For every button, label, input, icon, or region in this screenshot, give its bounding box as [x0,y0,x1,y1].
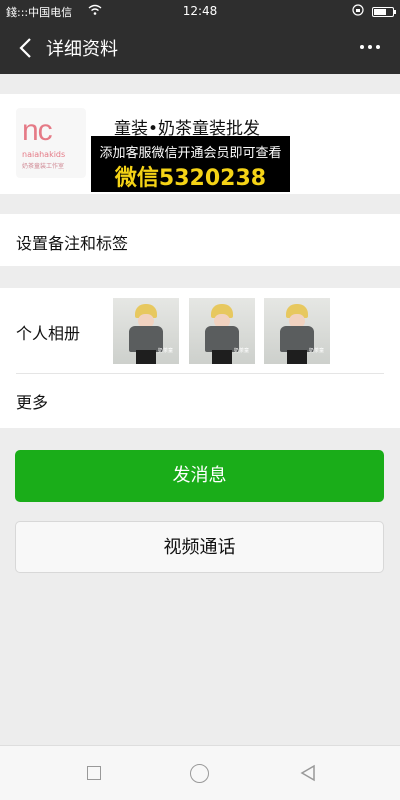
promo-line-2: 微信5320238 [114,166,267,191]
promo-line-1: 添加客服微信开通会员即可查看 [99,146,282,161]
album-photo[interactable]: 奶茶童 [264,298,330,364]
home-icon[interactable] [190,764,209,783]
photo-watermark: 奶茶童 [308,348,324,354]
album-label: 个人相册 [16,324,81,343]
logo-text: nc [22,114,53,147]
status-bar: 錢:::中国电信 12:48 [0,0,400,22]
recent-apps-icon[interactable] [87,766,101,780]
status-time: 12:48 [182,4,218,18]
logo-subtext: naiahakids [22,150,66,159]
remark-label: 设置备注和标签 [16,234,129,253]
more-button[interactable] [354,32,386,62]
remark-row[interactable]: 设置备注和标签 [0,214,400,266]
chevron-left-icon [19,38,31,58]
photo-watermark: 奶茶童 [157,348,173,354]
battery-icon [372,6,396,17]
album-section: 个人相册 奶茶童 奶茶童 奶茶童 更多 [0,288,400,428]
promo-banner: 添加客服微信开通会员即可查看 微信5320238 [91,136,290,192]
back-triangle-icon[interactable] [298,763,318,783]
title-bar: 详细资料 [0,22,400,74]
system-nav-bar [0,745,400,800]
video-call-button[interactable]: 视频通话 [15,521,384,573]
send-message-button[interactable]: 发消息 [15,450,384,502]
back-button[interactable] [12,34,40,62]
more-row-label[interactable]: 更多 [16,389,48,413]
logo-caption: 奶茶童装工作室 [22,163,65,170]
divider [16,373,384,374]
photo-watermark: 奶茶童 [233,348,249,354]
lock-rotation-icon [352,4,364,19]
more-dots-icon [360,45,364,49]
page-title: 详细资料 [46,39,118,60]
album-photo[interactable]: 奶茶童 [113,298,179,364]
avatar[interactable]: nc naiahakids 奶茶童装工作室 [16,108,86,178]
album-photo[interactable]: 奶茶童 [189,298,255,364]
